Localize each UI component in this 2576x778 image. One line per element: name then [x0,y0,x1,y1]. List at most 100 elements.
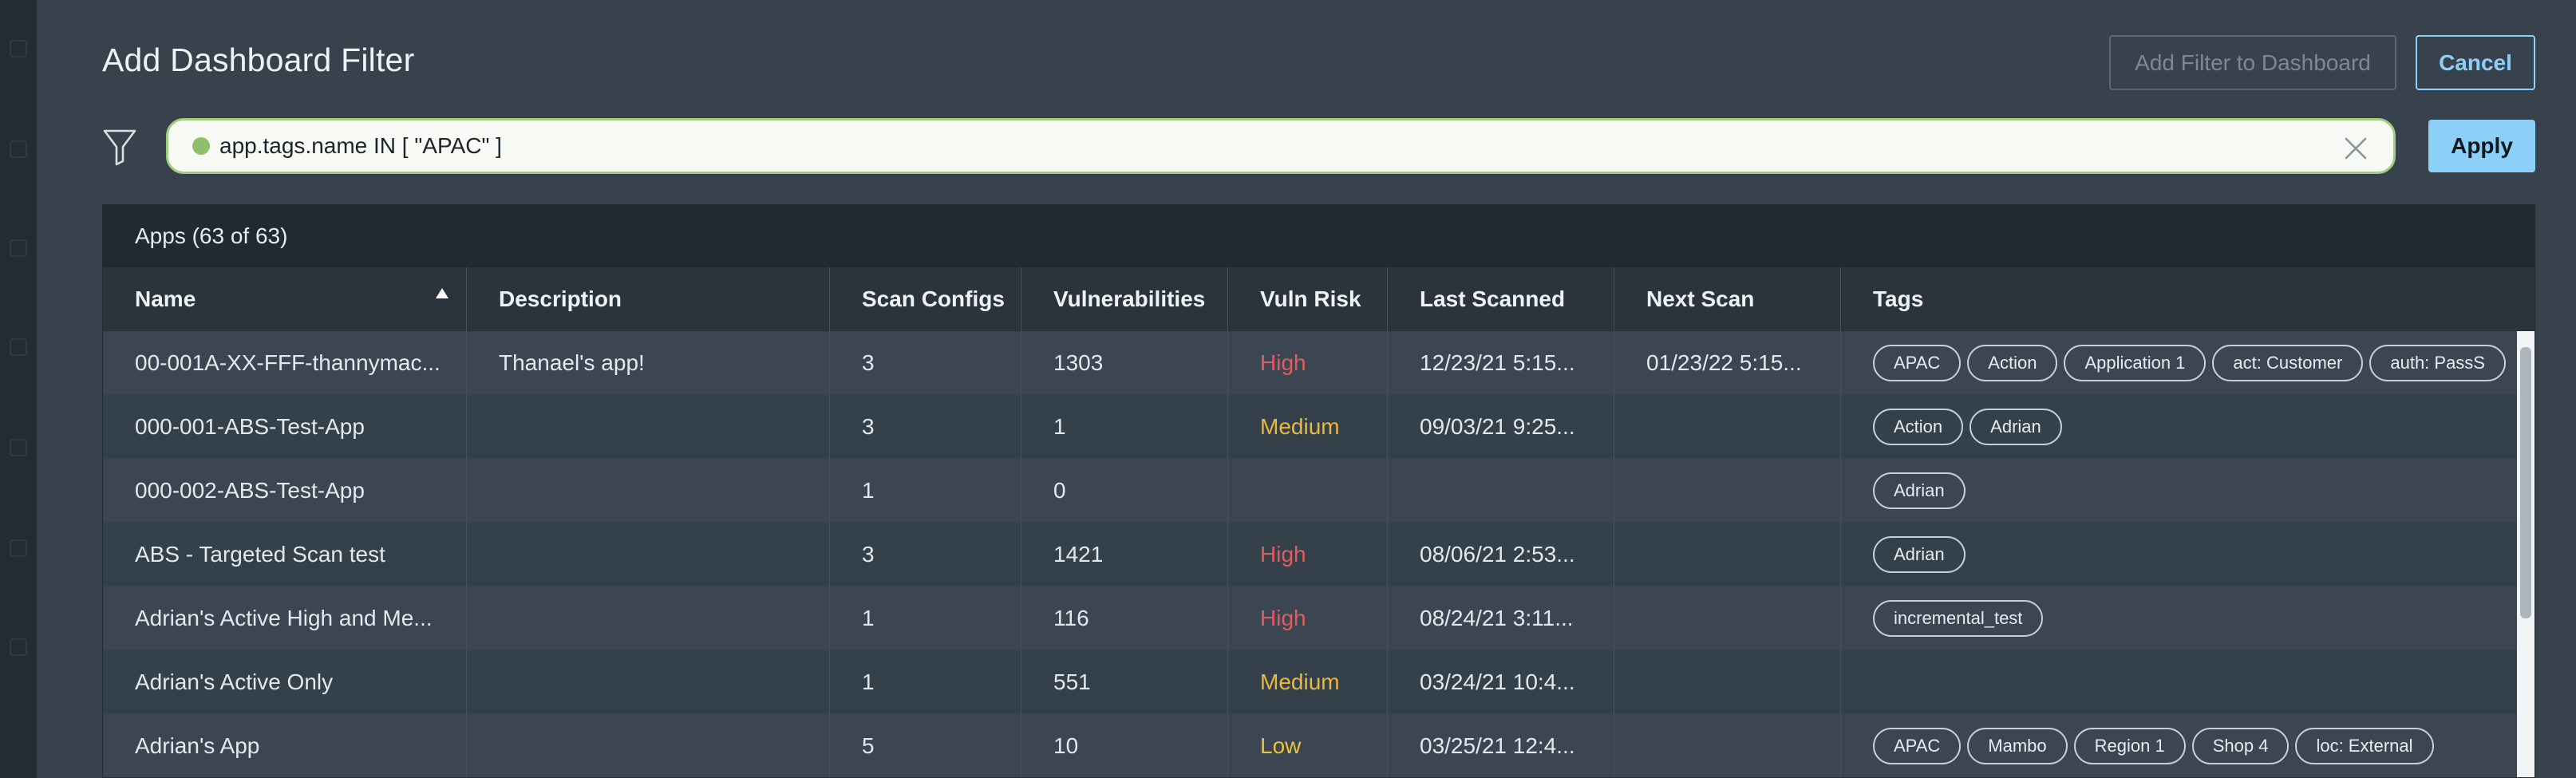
vuln-risk-cell: High [1228,523,1388,586]
description-cell [467,586,830,650]
tag-chip[interactable]: Action [1873,409,1964,445]
scan-configs-cell-text: 3 [862,350,875,375]
scan-configs-cell: 1 [830,459,1021,523]
filter-query-text[interactable]: app.tags.name IN [ "APAC" ] [219,133,2393,159]
vuln-risk-cell: Medium [1228,650,1388,714]
vulnerabilities-cell-text: 0 [1053,478,1066,503]
vulnerabilities-cell-text: 1421 [1053,542,1104,567]
nav-icon[interactable] [10,40,27,57]
tag-chip[interactable]: APAC [1873,345,1962,381]
vuln-risk-cell: High [1228,331,1388,395]
table-row[interactable]: Adrian's Active Only 1 551 Medium 03/24/21 1… [103,650,2535,714]
last-scanned-cell: 08/06/21 2:53... [1388,523,1614,586]
apply-button[interactable]: Apply [2428,120,2535,172]
table-row[interactable]: 00-001A-XX-FFF-thannymac... Thanael's app… [103,331,2535,395]
tag-chip[interactable]: loc: External [2295,728,2434,764]
vulnerabilities-cell: 10 [1021,714,1228,777]
tag-chip[interactable]: act: Customer [2212,345,2364,381]
tag-chip[interactable]: Action [1967,345,2058,381]
tag-chip[interactable]: Adrian [1970,409,2062,445]
table-row[interactable]: ABS - Targeted Scan test 3 1421 High 08/06/2… [103,523,2535,586]
sort-ascending-icon[interactable] [436,288,448,298]
tag-chip[interactable]: Region 1 [2073,728,2186,764]
scan-configs-cell-text: 5 [862,733,875,758]
tags-cell: Adrian [1841,523,2519,586]
vulnerabilities-cell-text: 116 [1053,606,1089,630]
tag-chip[interactable]: APAC [1873,728,1962,764]
tag-chip[interactable]: Application 1 [2064,345,2207,381]
add-dashboard-filter-dialog: Add Dashboard Filter Add Filter to Dashb… [37,0,2576,778]
filter-query-input[interactable]: app.tags.name IN [ "APAC" ] [166,118,2396,174]
tags-cell: APAC Action Application 1 act: Customer auth… [1841,331,2519,395]
column-header-next-scan[interactable]: Next Scan [1614,267,1841,331]
column-header-description[interactable]: Description [467,267,830,331]
table-row[interactable]: Adrian's Active High and Me... 1 116 High 08… [103,586,2535,650]
column-header-name[interactable]: Name [103,267,467,331]
tags-cell: Adrian [1841,459,2519,523]
scrollbar-thumb[interactable] [2520,347,2531,618]
nav-icon[interactable] [10,439,27,456]
close-icon[interactable] [2344,136,2368,160]
column-header-vulnerabilities[interactable]: Vulnerabilities [1021,267,1228,331]
vuln-risk-cell-text: Medium [1260,414,1340,439]
tag-chip[interactable]: Shop 4 [2191,728,2290,764]
apps-count: Apps (63 of 63) [103,205,2535,267]
tag-list: incremental_test [1873,600,2051,637]
scan-configs-cell: 5 [830,714,1021,777]
next-scan-cell [1614,395,1841,459]
table-scrollbar[interactable] [2517,331,2535,777]
nav-icon[interactable] [10,638,27,656]
nav-icon[interactable] [10,140,27,158]
add-filter-to-dashboard-button[interactable]: Add Filter to Dashboard [2109,35,2396,90]
column-header-last-scanned[interactable]: Last Scanned [1388,267,1614,331]
tag-list: Action Adrian [1873,409,2070,445]
nav-icon[interactable] [10,239,27,257]
scan-configs-cell: 3 [830,523,1021,586]
app-name-cell: 00-001A-XX-FFF-thannymac... [103,331,467,395]
app-name-cell-text: Adrian's App [135,733,260,758]
tags-cell: APAC Mambo Region 1 Shop 4 loc: External [1841,714,2519,777]
description-cell [467,459,830,523]
table-row[interactable]: 000-001-ABS-Test-App 3 1 Medium 09/03/21 9:2… [103,395,2535,459]
tag-chip[interactable]: Adrian [1873,536,1966,573]
vulnerabilities-cell-text: 551 [1053,669,1091,694]
tag-chip[interactable]: incremental_test [1873,600,2044,637]
description-cell [467,714,830,777]
tags-cell [1841,650,2519,714]
vuln-risk-cell [1228,459,1388,523]
next-scan-cell: 01/23/22 5:15... [1614,331,1841,395]
description-cell [467,395,830,459]
last-scanned-cell: 12/23/21 5:15... [1388,331,1614,395]
description-cell [467,523,830,586]
last-scanned-cell: 03/25/21 12:4... [1388,714,1614,777]
tag-chip[interactable]: Mambo [1967,728,2068,764]
nav-icon[interactable] [10,539,27,557]
tag-list: APAC Action Application 1 act: Customer auth… [1873,345,2514,381]
cancel-button[interactable]: Cancel [2416,35,2535,90]
vuln-risk-cell-text: High [1260,350,1306,375]
app-name-cell: Adrian's Active Only [103,650,467,714]
nav-icon[interactable] [10,338,27,356]
table-row[interactable]: Adrian's App 5 10 Low 03/25/21 12:4... APAC Ma… [103,714,2535,777]
tags-cell: incremental_test [1841,586,2519,650]
tag-chip[interactable]: auth: PassS [2369,345,2506,381]
column-header-scan-configs[interactable]: Scan Configs [830,267,1021,331]
vuln-risk-cell-text: Low [1260,733,1302,758]
app-name-cell-text: 000-001-ABS-Test-App [135,414,365,439]
vuln-risk-cell: Low [1228,714,1388,777]
column-header-tags[interactable]: Tags [1841,267,2519,331]
scan-configs-cell-text: 3 [862,542,875,567]
table-row[interactable]: 000-002-ABS-Test-App 1 0 Adrian [103,459,2535,523]
tag-chip[interactable]: Adrian [1873,472,1966,509]
app-name-cell: Adrian's Active High and Me... [103,586,467,650]
next-scan-cell [1614,523,1841,586]
next-scan-cell [1614,714,1841,777]
app-name-cell: ABS - Targeted Scan test [103,523,467,586]
vuln-risk-cell: High [1228,586,1388,650]
vulnerabilities-cell-text: 1 [1053,414,1066,439]
app-name-cell-text: Adrian's Active Only [135,669,334,694]
vuln-risk-cell-text: High [1260,606,1306,630]
column-header-vuln-risk[interactable]: Vuln Risk [1228,267,1388,331]
vulnerabilities-cell: 1421 [1021,523,1228,586]
filter-funnel-icon [103,129,136,166]
